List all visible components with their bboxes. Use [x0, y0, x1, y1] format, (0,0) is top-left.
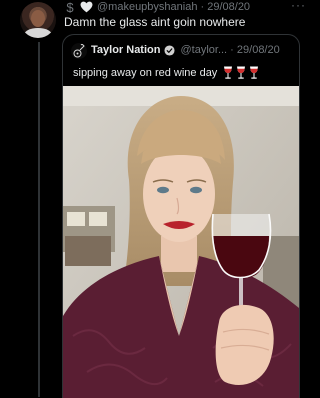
reply-separator: · — [197, 1, 208, 13]
reply-handle[interactable]: @makeupbyshaniah — [97, 1, 197, 13]
avatar-face — [31, 10, 45, 27]
avatar-shirt — [24, 28, 52, 38]
tweet-photo[interactable] — [63, 86, 299, 398]
dollar-icon: $ — [66, 0, 74, 15]
quote-separator: · — [227, 44, 237, 56]
avatar[interactable] — [20, 2, 56, 38]
thread-line — [38, 42, 40, 397]
guitar-logo-icon — [73, 44, 85, 58]
quote-name[interactable]: Taylor Nation — [91, 44, 160, 56]
quote-tweet-card[interactable]: Taylor Nation @taylor... · 29/08/20 sipp… — [62, 34, 300, 398]
quote-text: sipping away on red wine day — [73, 66, 218, 79]
wine-glass-icon — [250, 66, 259, 79]
quote-text-row: sipping away on red wine day — [73, 66, 259, 79]
photo-illustration — [63, 86, 299, 398]
reply-header: $ @makeupbyshaniah · 29/08/20 — [64, 0, 314, 15]
quote-date[interactable]: 29/08/20 — [237, 44, 280, 56]
quote-avatar — [71, 43, 87, 59]
wine-glass-icon — [237, 66, 246, 79]
quote-header: Taylor Nation @taylor... · 29/08/20 — [91, 44, 293, 56]
heart-icon — [80, 1, 93, 13]
more-icon[interactable]: ··· — [291, 0, 306, 12]
reply-text: Damn the glass aint goin nowhere — [64, 15, 246, 29]
wine-glass-icon — [224, 66, 233, 79]
verified-icon — [164, 44, 176, 56]
quote-handle[interactable]: @taylor... — [180, 44, 227, 56]
reply-date[interactable]: 29/08/20 — [207, 1, 250, 13]
